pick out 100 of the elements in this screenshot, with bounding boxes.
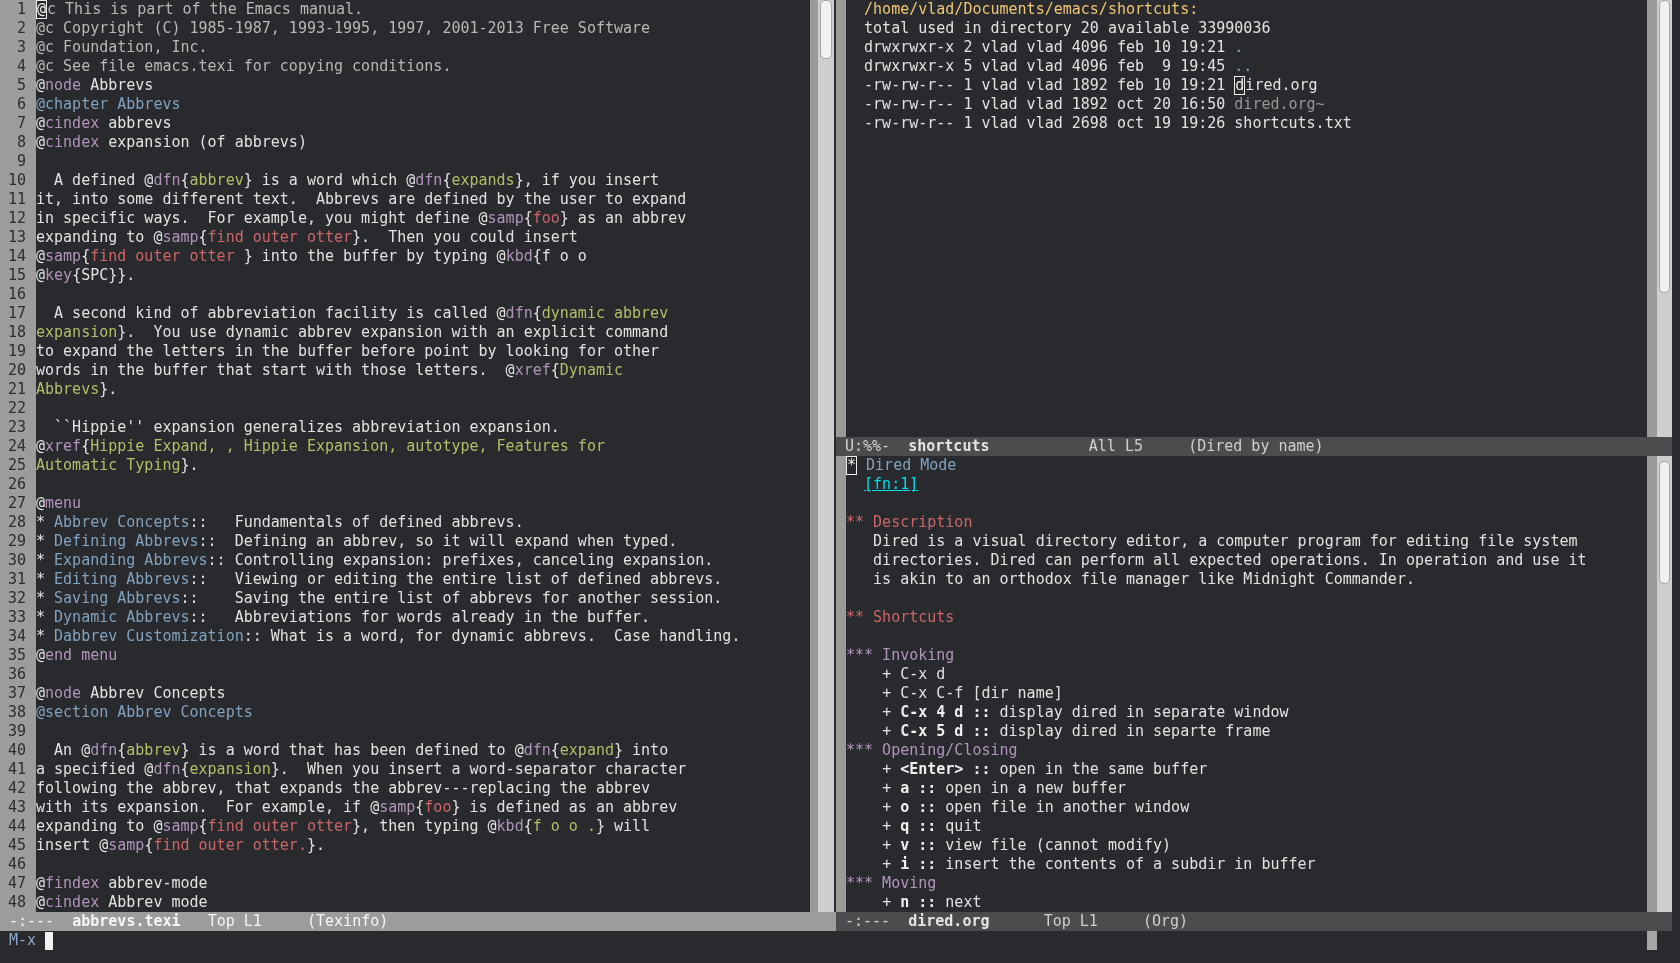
line-number: 45 [7, 836, 26, 854]
line-number: 1 [16, 0, 26, 18]
text-line: ** Description [846, 513, 973, 531]
code-line: @findex abbrev-mode [36, 874, 208, 892]
text-line: + v :: view file (cannot modify) [882, 836, 1172, 854]
code-line: to expand the letters in the buffer before point by looking for other [36, 342, 660, 360]
line-number: 3 [16, 38, 26, 56]
scrollbar-thumb[interactable] [1659, 0, 1670, 293]
code-line: Abbrevs}. [36, 380, 118, 398]
minibuffer-prompt: M-x [9, 931, 37, 950]
text-line: + n :: next [882, 893, 982, 911]
text-line: + C-x C-f [dir name] [882, 684, 1063, 702]
code-line: @cindex abbrevs [36, 114, 172, 132]
line-number: 34 [7, 627, 26, 645]
code-line: with its expansion. For example, if @samp{foo} is defined as an abbrev [36, 798, 678, 816]
code-line: @cindex Abbrev mode [36, 893, 208, 911]
major-mode: (Dired by name) [1188, 437, 1324, 456]
code-line: @node Abbrev Concepts [36, 684, 226, 702]
buffer-status: -:--- [9, 912, 55, 931]
buffer-position: Top L1 [1043, 912, 1098, 931]
line-number: 41 [7, 760, 26, 778]
code-line: @c Foundation, Inc. [36, 38, 208, 56]
code-line: @section Abbrev Concepts [36, 703, 253, 721]
major-mode: (Texinfo) [307, 912, 389, 931]
text-line: is akin to an orthodox file manager like Midnight Commander. [873, 570, 1415, 588]
code-line: @end menu [36, 646, 118, 664]
buffer-name: dired.org [908, 912, 990, 931]
code-line: a specified @dfn{expansion}. When you insert a word-separator character [36, 760, 687, 778]
buffer-status: -:--- [845, 912, 891, 931]
code-line: @key{SPC}}. [36, 266, 136, 284]
line-number: 14 [7, 247, 26, 265]
line-number: 20 [7, 361, 26, 379]
text-line: + C-x 4 d :: display dired in separate window [882, 703, 1289, 721]
code-line: words in the buffer that start with those letters. @xref{Dynamic [36, 361, 623, 379]
code-line: * Dynamic Abbrevs:: Abbreviations for words already in the buffer. [36, 608, 651, 626]
text-line: Dired is a visual directory editor, a computer program for editing file system [873, 532, 1578, 550]
code-line: @menu [36, 494, 82, 512]
listing-line: total used in directory 20 available 33990036 [864, 19, 1271, 37]
buffer-status: U:%%- [845, 437, 891, 456]
code-line: @chapter Abbrevs [36, 95, 181, 113]
line-number: 7 [16, 114, 26, 132]
line-number: 9 [16, 152, 26, 170]
text-line: + <Enter> :: open in the same buffer [882, 760, 1208, 778]
line-number: 23 [7, 418, 26, 436]
scrollbar-thumb[interactable] [1659, 461, 1670, 584]
text-line: * Dired Mode [846, 456, 957, 474]
line-number: 4 [16, 57, 26, 75]
buffer-position: Top L1 [207, 912, 262, 931]
code-line: @node Abbrevs [36, 76, 154, 94]
code-line: An @dfn{abbrev} is a word that has been defined to @dfn{expand} into [54, 741, 669, 759]
listing-line: drwxrwxr-x 2 vlad vlad 4096 feb 10 19:21 . [864, 38, 1244, 56]
listing-line: -rw-rw-r-- 1 vlad vlad 1892 feb 10 19:21 dired.org [864, 76, 1318, 94]
line-number: 16 [7, 285, 26, 303]
line-number: 15 [7, 266, 26, 284]
text-line: directories. Dired can perform all expected operations. In operation and use it [873, 551, 1587, 569]
line-number: 35 [7, 646, 26, 664]
code-line: A second kind of abbreviation facility is called @dfn{dynamic abbrev [54, 304, 669, 322]
scrollbar[interactable] [1657, 456, 1672, 912]
text-line: + q :: quit [882, 817, 982, 835]
text-line: *** Moving [846, 874, 937, 892]
line-number: 44 [7, 817, 26, 835]
buffer-name: abbrevs.texi [72, 912, 181, 931]
code-line: * Defining Abbrevs:: Defining an abbrev, so it will expand when typed. [36, 532, 678, 550]
line-number: 29 [7, 532, 26, 550]
code-line: Automatic Typing}. [36, 456, 199, 474]
line-number: 36 [7, 665, 26, 683]
footnote-link[interactable]: [fn:1] [864, 475, 919, 493]
line-number: 40 [7, 741, 26, 759]
code-line: @c See file emacs.texi for copying conditions. [36, 57, 452, 75]
code-line: * Saving Abbrevs:: Saving the entire list of abbrevs for another session. [36, 589, 723, 607]
line-number: 21 [7, 380, 26, 398]
text-line: + a :: open in a new buffer [882, 779, 1126, 797]
code-line: @c This is part of the Emacs manual. [36, 0, 364, 18]
line-number: 47 [7, 874, 26, 892]
text-line: *** Opening/Closing [846, 741, 1018, 759]
code-line: * Dabbrev Customization:: What is a word, for dynamic abbrevs. Case handling. [36, 627, 741, 645]
line-number: 27 [7, 494, 26, 512]
line-number: 10 [7, 171, 26, 189]
scrollbar-thumb[interactable] [820, 0, 832, 59]
scrollbar[interactable] [1657, 0, 1672, 437]
major-mode: (Org) [1143, 912, 1189, 931]
text-line: + i :: insert the contents of a subdir in buffer [882, 855, 1316, 873]
buffer-position: All L5 [1088, 437, 1143, 456]
listing-line: /home/vlad/Documents/emacs/shortcuts: [864, 0, 1199, 18]
line-number: 24 [7, 437, 26, 455]
line-number: 19 [7, 342, 26, 360]
line-number: 6 [16, 95, 26, 113]
code-line: @samp{find outer otter } into the buffer by typing @kbd{f o o [36, 247, 587, 265]
scrollbar[interactable] [818, 0, 834, 912]
code-line: A defined @dfn{abbrev} is a word which @dfn{expands}, if you insert [54, 171, 660, 189]
text-line: + C-x d [882, 665, 946, 683]
line-number: 33 [7, 608, 26, 626]
code-line: expansion}. You use dynamic abbrev expansion with an explicit command [36, 323, 669, 341]
listing-line: -rw-rw-r-- 1 vlad vlad 2698 oct 19 19:26 shortcuts.txt [864, 114, 1352, 132]
code-line: * Expanding Abbrevs:: Controlling expansion: prefixes, canceling expansion. [36, 551, 714, 569]
buffer-name: shortcuts [908, 437, 990, 456]
line-number: 13 [7, 228, 26, 246]
code-line: following the abbrev, that expands the abbrev---replacing the abbrev [36, 779, 651, 797]
text-line: ** Shortcuts [846, 608, 955, 626]
line-number: 8 [16, 133, 26, 151]
